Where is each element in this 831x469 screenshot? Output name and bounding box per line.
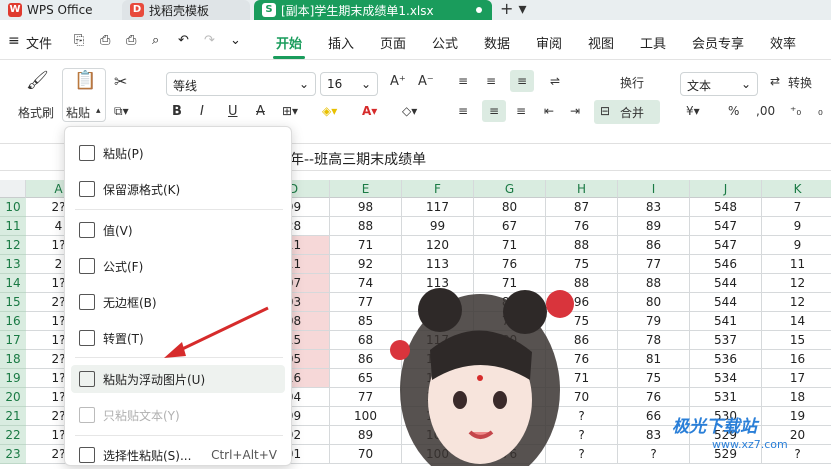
- annotation-arrow: [164, 306, 269, 358]
